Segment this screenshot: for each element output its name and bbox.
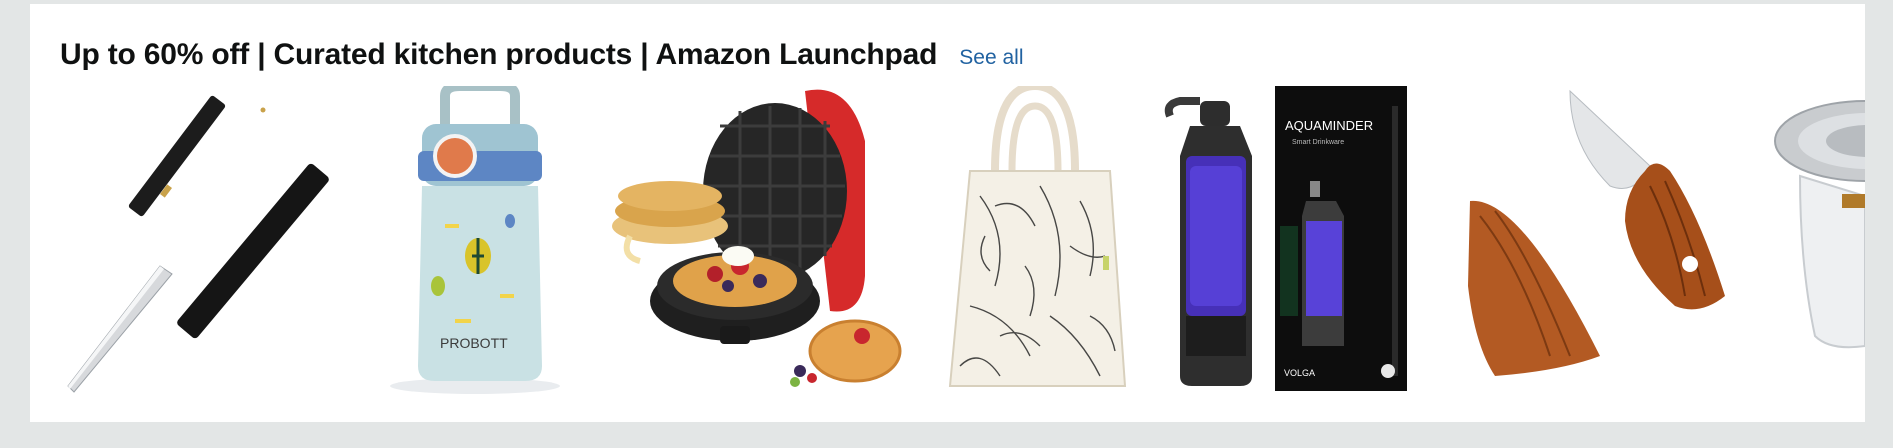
box-model-text: VOLGA bbox=[1284, 368, 1315, 378]
product-item-wood-sheath[interactable] bbox=[1460, 86, 1755, 396]
see-all-link[interactable]: See all bbox=[959, 46, 1023, 70]
box-tagline-text: Smart Drinkware bbox=[1292, 139, 1344, 146]
carousel-header: Up to 60% off | Curated kitchen products… bbox=[60, 38, 1024, 72]
wood-sheath-icon bbox=[1468, 89, 1725, 376]
carousel-title: Up to 60% off | Curated kitchen products… bbox=[60, 38, 938, 71]
product-item-knife[interactable] bbox=[60, 86, 350, 396]
product-item-dripper[interactable] bbox=[1770, 86, 1865, 396]
product-item-tote-bag[interactable] bbox=[940, 86, 1140, 396]
bottle-brand-text: PROBOTT bbox=[440, 335, 508, 351]
product-item-waffle-maker[interactable] bbox=[600, 86, 930, 396]
product-item-kids-bottle[interactable]: PROBOTT bbox=[360, 86, 590, 396]
water-bottle-icon: PROBOTT bbox=[390, 86, 560, 394]
tote-bag-icon bbox=[948, 86, 1127, 387]
carousel-card: Up to 60% off | Curated kitchen products… bbox=[30, 4, 1865, 422]
dripper-icon bbox=[1774, 100, 1865, 349]
waffle-maker-icon bbox=[612, 89, 902, 387]
product-item-smart-bottle[interactable]: AQUAMINDER Smart Drinkware VOLGA bbox=[1160, 86, 1450, 396]
product-carousel[interactable]: PROBOTT AQUAMINDER Smart Drinkware VOLGA bbox=[60, 86, 1865, 396]
box-brand-text: AQUAMINDER bbox=[1285, 118, 1373, 133]
kitchen-knife-icon bbox=[67, 95, 329, 393]
smart-bottle-icon: AQUAMINDER Smart Drinkware VOLGA bbox=[1164, 86, 1407, 391]
